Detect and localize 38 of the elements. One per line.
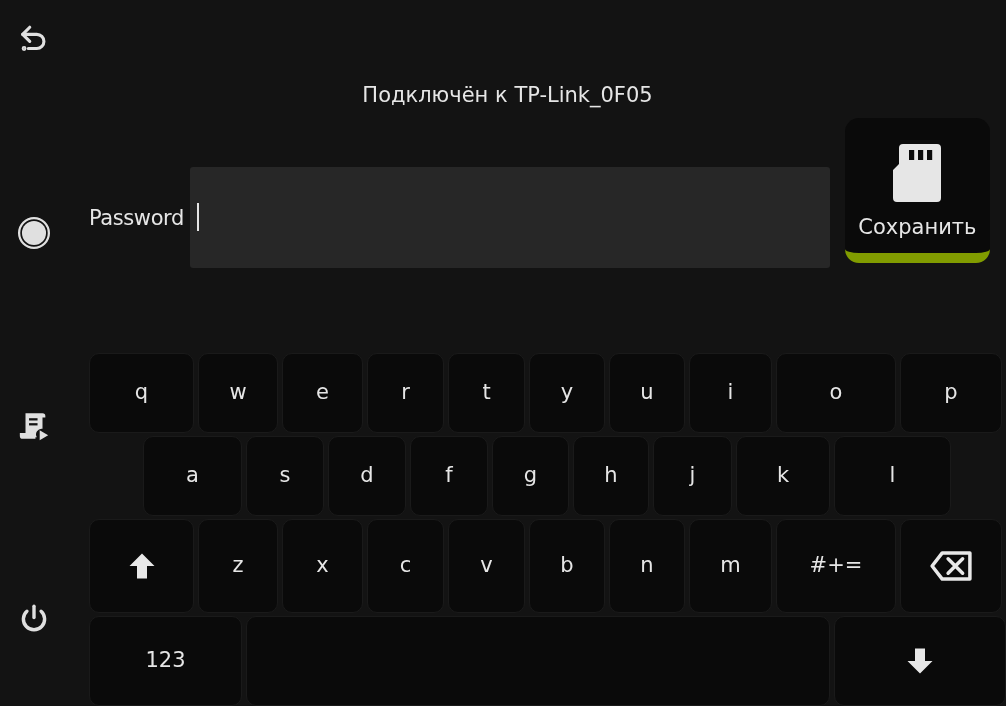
key[interactable]: u	[609, 353, 685, 433]
key[interactable]: h	[573, 436, 649, 516]
key[interactable]: z	[198, 519, 278, 613]
key[interactable]: e	[282, 353, 363, 433]
key[interactable]: k	[736, 436, 830, 516]
key[interactable]: g	[492, 436, 569, 516]
key[interactable]: n	[609, 519, 685, 613]
arrow-down-icon	[905, 646, 935, 676]
key[interactable]: i	[689, 353, 772, 433]
key[interactable]: f	[410, 436, 488, 516]
key[interactable]: #+=	[776, 519, 896, 613]
key[interactable]: 123	[89, 616, 242, 706]
key[interactable]: c	[367, 519, 444, 613]
key[interactable]: y	[529, 353, 605, 433]
key[interactable]: j	[653, 436, 732, 516]
circle-icon[interactable]	[17, 216, 51, 250]
key[interactable]: p	[900, 353, 1002, 433]
key[interactable]: q	[89, 353, 194, 433]
save-button[interactable]: Сохранить	[844, 117, 990, 263]
key[interactable]: t	[448, 353, 525, 433]
key[interactable]: s	[246, 436, 324, 516]
key[interactable]: w	[198, 353, 278, 433]
shift-key[interactable]	[89, 519, 194, 613]
sd-card-icon	[893, 143, 942, 202]
key[interactable]: a	[143, 436, 242, 516]
connection-status: Подключён к TP-Link_0F05	[362, 82, 653, 108]
key[interactable]: r	[367, 353, 444, 433]
password-label: Password	[89, 204, 184, 232]
key[interactable]: l	[834, 436, 951, 516]
key[interactable]: v	[448, 519, 525, 613]
password-field[interactable]	[189, 166, 830, 268]
backspace-icon	[929, 550, 973, 582]
key[interactable]: o	[776, 353, 896, 433]
key[interactable]: b	[529, 519, 605, 613]
key[interactable]: d	[328, 436, 406, 516]
backspace-key[interactable]	[900, 519, 1002, 613]
key[interactable]: x	[282, 519, 363, 613]
key[interactable]: m	[689, 519, 772, 613]
